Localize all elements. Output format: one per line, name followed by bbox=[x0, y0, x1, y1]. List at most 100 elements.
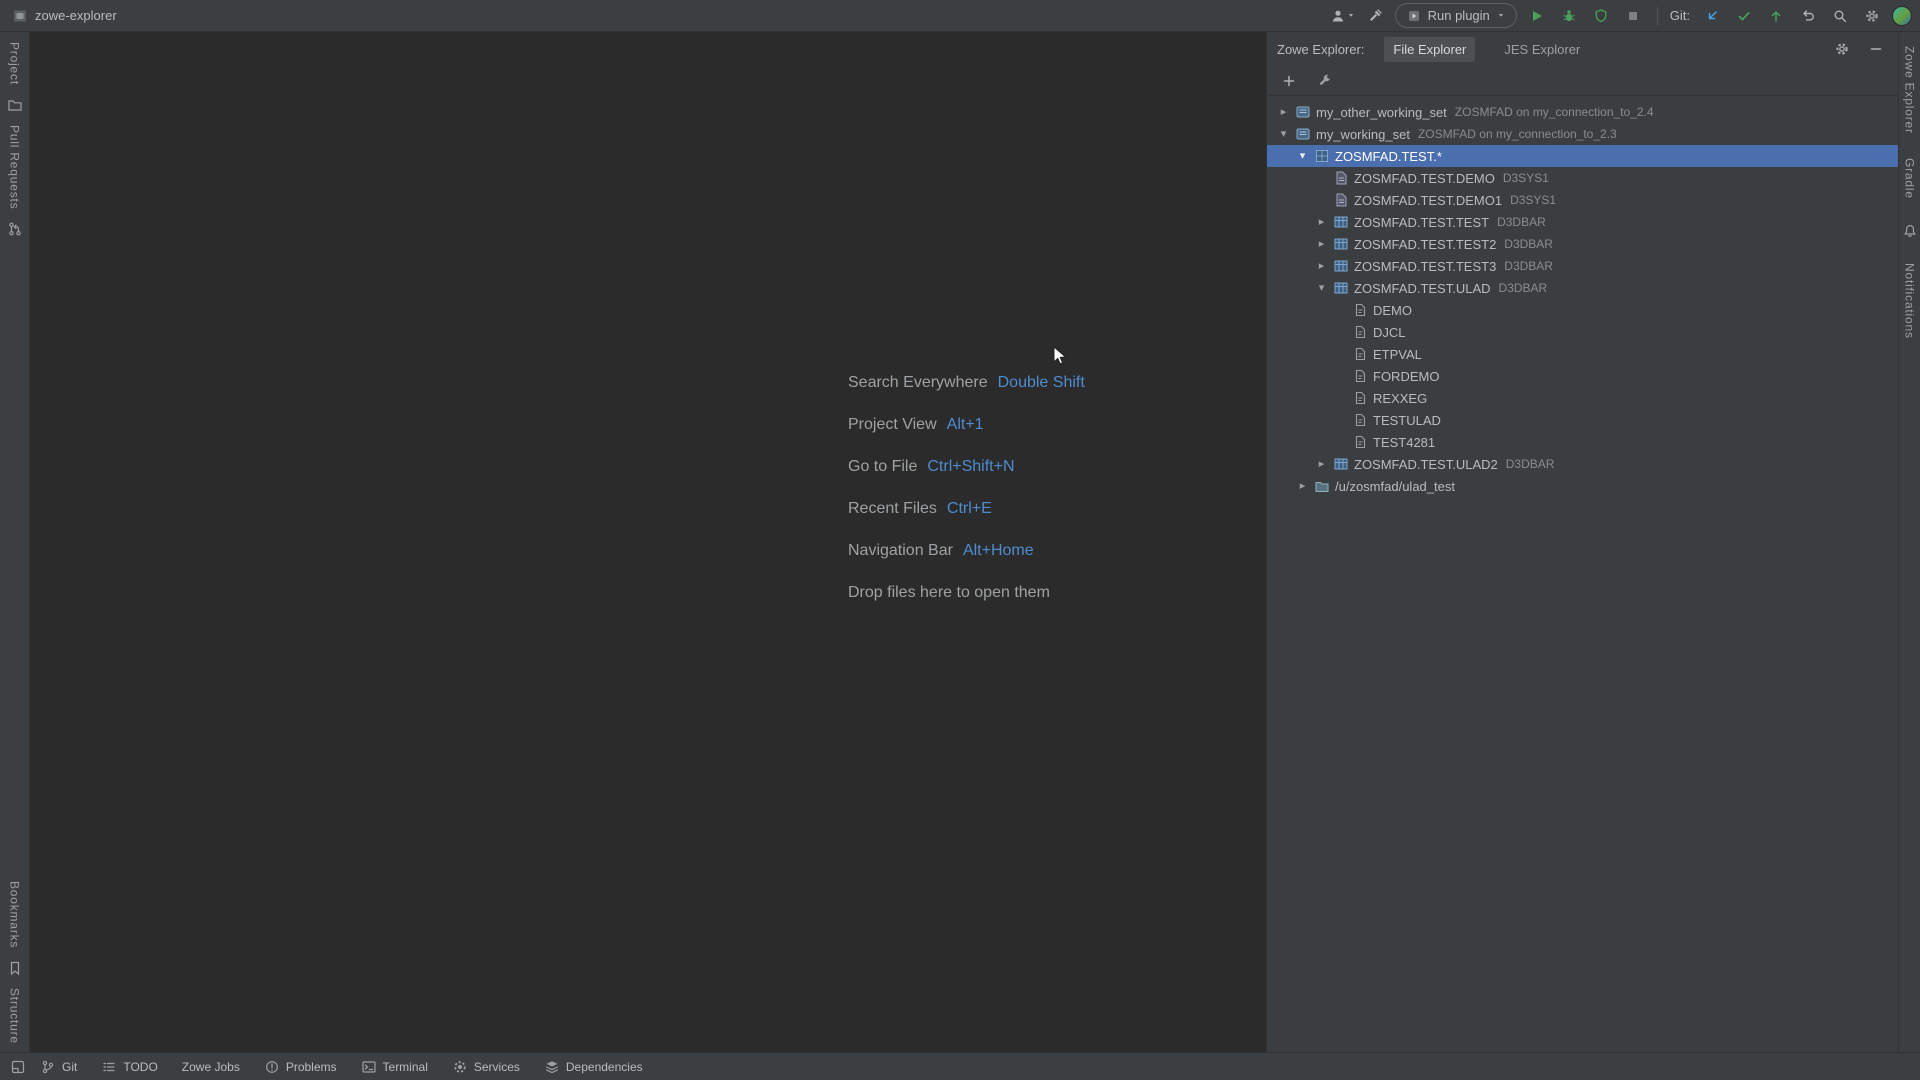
tree-row[interactable]: TESTULAD bbox=[1267, 409, 1898, 431]
run-configuration-select[interactable]: Run plugin bbox=[1395, 3, 1517, 28]
update-arrow-icon bbox=[1704, 8, 1720, 24]
status-item-services[interactable]: Services bbox=[452, 1059, 520, 1075]
tree-row[interactable]: ETPVAL bbox=[1267, 343, 1898, 365]
tree-row[interactable]: ▸ZOSMFAD.TEST.TESTD3DBAR bbox=[1267, 211, 1898, 233]
tool-button-gradle[interactable]: Gradle bbox=[1903, 158, 1917, 199]
explorer-settings-button[interactable] bbox=[1313, 69, 1337, 93]
tree-row[interactable]: ▾ ZOSMFAD.TEST.* bbox=[1267, 145, 1898, 167]
chevron-down-icon[interactable]: ▾ bbox=[1277, 123, 1290, 145]
tree-node-label: ZOSMFAD.TEST.* bbox=[1335, 149, 1442, 164]
pull-request-icon[interactable] bbox=[7, 221, 23, 237]
tree-row[interactable]: FORDEMO bbox=[1267, 365, 1898, 387]
terminal-icon bbox=[361, 1059, 377, 1075]
title-bar: zowe-explorer Run plugin bbox=[0, 0, 1920, 32]
status-item-terminal[interactable]: Terminal bbox=[361, 1059, 428, 1075]
tree-row[interactable]: DJCL bbox=[1267, 321, 1898, 343]
tree-row[interactable]: REXXEG bbox=[1267, 387, 1898, 409]
hide-tool-window-button[interactable] bbox=[1864, 37, 1888, 61]
tree-row[interactable]: TEST4281 bbox=[1267, 431, 1898, 453]
search-everywhere-button[interactable] bbox=[1828, 4, 1852, 28]
tool-button-bookmarks[interactable]: Bookmarks bbox=[8, 881, 22, 948]
update-project-button[interactable] bbox=[1700, 4, 1724, 28]
stop-button[interactable] bbox=[1621, 4, 1645, 28]
tab-file-explorer[interactable]: File Explorer bbox=[1384, 37, 1475, 62]
tree-node-suffix: D3SYS1 bbox=[1510, 193, 1556, 207]
main-toolbar: Run plugin Git: bbox=[1331, 3, 1912, 28]
gear-icon bbox=[1834, 41, 1850, 57]
tree-row[interactable]: ▾ZOSMFAD.TEST.ULADD3DBAR bbox=[1267, 277, 1898, 299]
gear-icon bbox=[1864, 8, 1880, 24]
tool-button-notifications[interactable]: Notifications bbox=[1903, 263, 1917, 339]
dataset-mask-icon bbox=[1314, 148, 1330, 164]
right-tool-stripe: Zowe Explorer Gradle Notifications bbox=[1898, 32, 1920, 1052]
run-config-icon bbox=[1406, 8, 1422, 24]
tree-row[interactable]: ▸ZOSMFAD.TEST.TEST2D3DBAR bbox=[1267, 233, 1898, 255]
shortcut-hint-keys: Alt+1 bbox=[947, 416, 984, 434]
debug-button[interactable] bbox=[1557, 4, 1581, 28]
hammer-icon bbox=[1367, 8, 1383, 24]
status-item-problems[interactable]: Problems bbox=[264, 1059, 337, 1075]
chevron-down-icon[interactable]: ▾ bbox=[1296, 145, 1309, 167]
rollback-button[interactable] bbox=[1796, 4, 1820, 28]
commit-button[interactable] bbox=[1732, 4, 1756, 28]
zowe-explorer-tool-window: Zowe Explorer: File Explorer JES Explore… bbox=[1266, 32, 1898, 1052]
status-item-todo[interactable]: TODO bbox=[101, 1059, 157, 1075]
coverage-button[interactable] bbox=[1589, 4, 1613, 28]
add-working-set-button[interactable] bbox=[1277, 69, 1301, 93]
explorer-toolbar bbox=[1267, 66, 1898, 96]
chevron-right-icon[interactable]: ▸ bbox=[1296, 475, 1309, 497]
build-project-button[interactable] bbox=[1363, 4, 1387, 28]
chevron-right-icon[interactable]: ▸ bbox=[1315, 255, 1328, 277]
shortcut-hints: Search EverywhereDouble ShiftProject Vie… bbox=[848, 372, 1085, 624]
status-bar-items: Git TODO Zowe Jobs Problems Terminal Services… bbox=[40, 1059, 643, 1075]
tree-node-label: FORDEMO bbox=[1373, 369, 1439, 384]
status-item-git[interactable]: Git bbox=[40, 1059, 77, 1075]
tree-node-label: ETPVAL bbox=[1373, 347, 1422, 362]
chevron-right-icon[interactable]: ▸ bbox=[1277, 101, 1290, 123]
left-stripe-top-group: Project Pull Requests bbox=[7, 42, 23, 237]
chevron-right-icon[interactable]: ▸ bbox=[1315, 211, 1328, 233]
chevron-right-icon[interactable]: ▸ bbox=[1315, 233, 1328, 255]
run-button[interactable] bbox=[1525, 4, 1549, 28]
shortcut-hint-label: Go to File bbox=[848, 458, 917, 476]
tree-node-label: ZOSMFAD.TEST.ULAD bbox=[1354, 281, 1491, 296]
shortcut-hint-keys: Ctrl+Shift+N bbox=[927, 458, 1014, 476]
shortcut-hint-keys: Alt+Home bbox=[963, 542, 1034, 560]
toolwindow-switcher[interactable] bbox=[6, 1055, 30, 1079]
minimize-icon bbox=[1868, 41, 1884, 57]
tree-row[interactable]: ▸ZOSMFAD.TEST.TEST3D3DBAR bbox=[1267, 255, 1898, 277]
push-button[interactable] bbox=[1764, 4, 1788, 28]
project-folder-icon[interactable] bbox=[7, 97, 23, 113]
tree-row[interactable]: ▸ZOSMFAD.TEST.ULAD2D3DBAR bbox=[1267, 453, 1898, 475]
status-item-dependencies[interactable]: Dependencies bbox=[544, 1059, 643, 1075]
tool-button-zowe-explorer[interactable]: Zowe Explorer bbox=[1903, 46, 1917, 134]
todo-icon bbox=[101, 1059, 117, 1075]
tree-row[interactable]: ZOSMFAD.TEST.DEMOD3SYS1 bbox=[1267, 167, 1898, 189]
chevron-right-icon[interactable]: ▸ bbox=[1315, 453, 1328, 475]
tree-row[interactable]: ▾my_working_setZOSMFAD on my_connection_… bbox=[1267, 123, 1898, 145]
tree-node-label: ZOSMFAD.TEST.TEST2 bbox=[1354, 237, 1496, 252]
member-icon bbox=[1352, 434, 1368, 450]
window-title: zowe-explorer bbox=[35, 8, 117, 23]
user-account-button[interactable] bbox=[1331, 4, 1355, 28]
tab-jes-explorer[interactable]: JES Explorer bbox=[1495, 37, 1589, 62]
tree-node-label: ZOSMFAD.TEST.DEMO1 bbox=[1354, 193, 1502, 208]
tree-row[interactable]: ▸my_other_working_setZOSMFAD on my_conne… bbox=[1267, 101, 1898, 123]
tool-window-options-button[interactable] bbox=[1830, 37, 1854, 61]
bookmark-icon[interactable] bbox=[7, 960, 23, 976]
tool-button-pull-requests[interactable]: Pull Requests bbox=[8, 125, 22, 209]
settings-button[interactable] bbox=[1860, 4, 1884, 28]
member-icon bbox=[1352, 412, 1368, 428]
shortcut-hint-row: Recent FilesCtrl+E bbox=[848, 498, 1085, 520]
tree-node-label: ZOSMFAD.TEST.DEMO bbox=[1354, 171, 1495, 186]
tree-row[interactable]: ▸/u/zosmfad/ulad_test bbox=[1267, 475, 1898, 497]
user-avatar[interactable] bbox=[1892, 6, 1912, 26]
chevron-down-icon[interactable]: ▾ bbox=[1315, 277, 1328, 299]
shortcut-hint-row: Project ViewAlt+1 bbox=[848, 414, 1085, 436]
tool-button-project[interactable]: Project bbox=[8, 42, 22, 85]
notifications-bell-icon[interactable] bbox=[1902, 223, 1918, 239]
tree-row[interactable]: ZOSMFAD.TEST.DEMO1 D3SYS1 bbox=[1267, 189, 1898, 211]
tool-button-structure[interactable]: Structure bbox=[8, 988, 22, 1044]
status-item-zowe-jobs[interactable]: Zowe Jobs bbox=[182, 1060, 240, 1074]
tree-row[interactable]: DEMO bbox=[1267, 299, 1898, 321]
